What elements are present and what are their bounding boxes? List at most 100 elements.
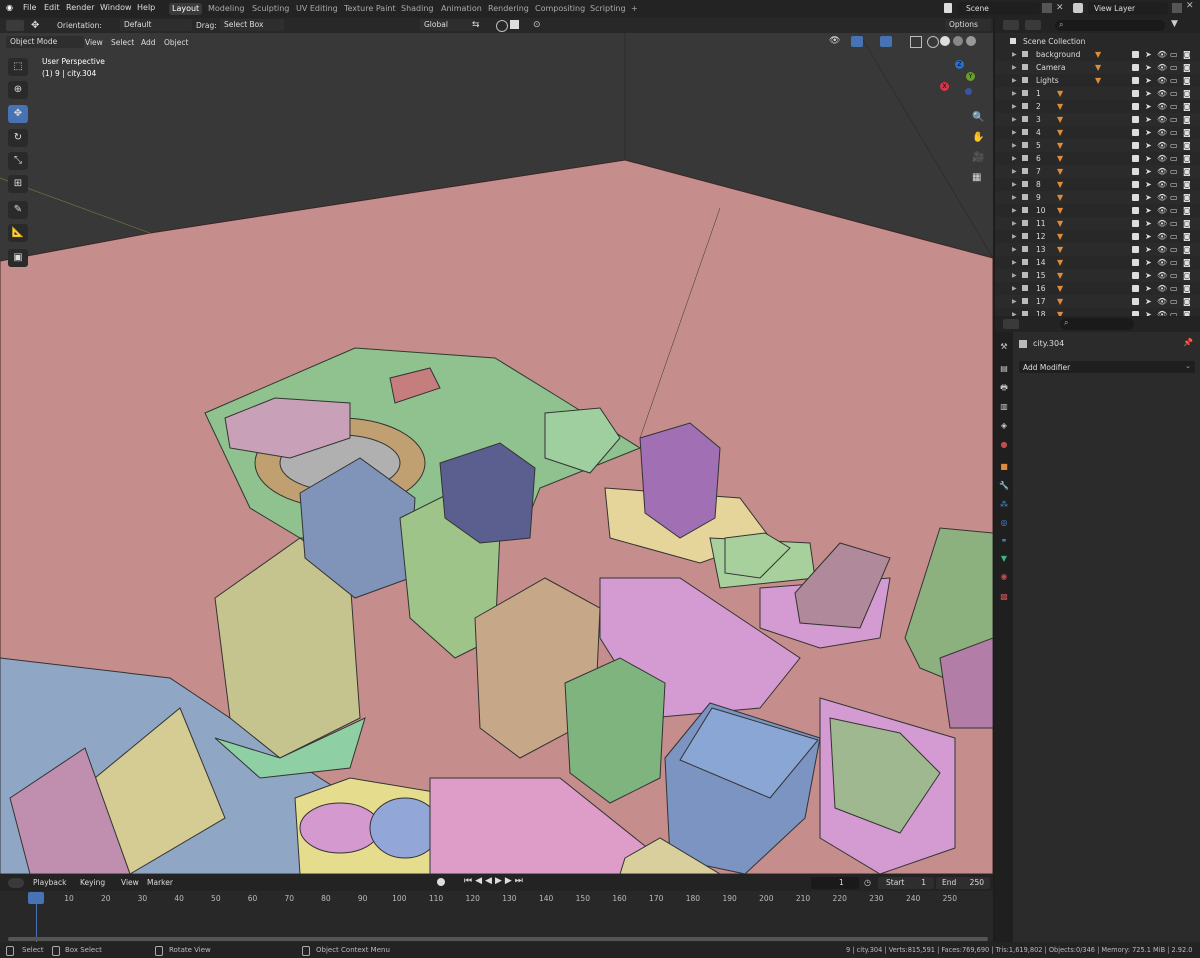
menu-object[interactable]: Object xyxy=(164,38,188,47)
eye-icon[interactable]: 👁 xyxy=(1157,126,1167,139)
select-arrow-icon[interactable]: ➤ xyxy=(1145,282,1152,295)
menu-help[interactable]: Help xyxy=(137,3,155,12)
transform-orientation-dropdown[interactable]: Global xyxy=(420,19,474,31)
tab-compositing[interactable]: Compositing xyxy=(532,3,588,15)
render-camera-icon[interactable]: ◙ xyxy=(1183,178,1191,191)
outliner-item[interactable]: ▶ 5 ▼ ➤ 👁 ▭ ◙ xyxy=(995,139,1200,152)
tab-texture-paint[interactable]: Texture Paint xyxy=(341,3,399,15)
outliner-item[interactable]: ▶ 18 ▼ ➤ 👁 ▭ ◙ xyxy=(995,308,1200,316)
menu-add[interactable]: Add xyxy=(141,38,156,47)
move-tool-button[interactable]: ✥ xyxy=(8,105,28,123)
select-arrow-icon[interactable]: ➤ xyxy=(1145,113,1152,126)
drag-dropdown[interactable]: Select Box xyxy=(220,19,284,31)
outliner-item[interactable]: ▶ 12 ▼ ➤ 👁 ▭ ◙ xyxy=(995,230,1200,243)
physics-tab-icon[interactable]: ◎ xyxy=(999,518,1009,528)
monitor-icon[interactable]: ▭ xyxy=(1170,204,1178,217)
render-camera-icon[interactable]: ◙ xyxy=(1183,295,1191,308)
select-arrow-icon[interactable]: ➤ xyxy=(1145,165,1152,178)
render-camera-icon[interactable]: ◙ xyxy=(1183,165,1191,178)
end-frame-field[interactable]: End 250 xyxy=(936,877,990,889)
render-camera-icon[interactable]: ◙ xyxy=(1183,256,1191,269)
monitor-icon[interactable]: ▭ xyxy=(1170,113,1178,126)
modifier-tab-icon[interactable]: 🔧 xyxy=(999,481,1009,491)
menu-window[interactable]: Window xyxy=(100,3,132,12)
select-arrow-icon[interactable]: ➤ xyxy=(1145,74,1152,87)
exclude-checkbox[interactable] xyxy=(1132,272,1139,279)
exclude-checkbox[interactable] xyxy=(1132,77,1139,84)
current-frame-field[interactable]: 1 xyxy=(811,877,859,889)
visibility-icon[interactable]: 👁 xyxy=(829,36,849,47)
menu-playback[interactable]: Playback xyxy=(33,878,66,887)
tab-modeling[interactable]: Modeling xyxy=(205,3,247,15)
eye-icon[interactable]: 👁 xyxy=(1157,204,1167,217)
menu-marker[interactable]: Marker xyxy=(147,878,173,887)
select-arrow-icon[interactable]: ➤ xyxy=(1145,295,1152,308)
monitor-icon[interactable]: ▭ xyxy=(1170,139,1178,152)
blender-logo-icon[interactable]: ◉ xyxy=(6,3,13,12)
exclude-checkbox[interactable] xyxy=(1132,116,1139,123)
timeline-editor-type-icon[interactable] xyxy=(8,878,24,888)
render-tab-icon[interactable]: ▤ xyxy=(999,364,1009,374)
select-arrow-icon[interactable]: ➤ xyxy=(1145,191,1152,204)
render-camera-icon[interactable]: ◙ xyxy=(1183,61,1191,74)
tab-uv-editing[interactable]: UV Editing xyxy=(293,3,341,15)
expand-arrow-icon[interactable]: ▶ xyxy=(1012,113,1017,126)
ortho-grid-icon[interactable]: ▦ xyxy=(972,172,981,183)
render-camera-icon[interactable]: ◙ xyxy=(1183,308,1191,316)
gizmo-neg-z[interactable] xyxy=(965,88,972,95)
expand-arrow-icon[interactable]: ▶ xyxy=(1012,165,1017,178)
filter-icon[interactable]: ▼ xyxy=(1171,19,1178,29)
outliner-item[interactable]: ▶ 11 ▼ ➤ 👁 ▭ ◙ xyxy=(995,217,1200,230)
options-dropdown[interactable]: Options xyxy=(945,19,991,31)
exclude-checkbox[interactable] xyxy=(1132,233,1139,240)
material-shading-icon[interactable] xyxy=(953,36,963,46)
monitor-icon[interactable]: ▭ xyxy=(1170,308,1178,316)
new-scene-icon[interactable] xyxy=(1042,3,1052,13)
rendered-shading-icon[interactable] xyxy=(966,36,976,46)
eye-icon[interactable]: 👁 xyxy=(1157,113,1167,126)
eye-icon[interactable]: 👁 xyxy=(1157,61,1167,74)
solid-shading-icon[interactable] xyxy=(940,36,950,46)
monitor-icon[interactable]: ▭ xyxy=(1170,282,1178,295)
expand-arrow-icon[interactable]: ▶ xyxy=(1012,100,1017,113)
measure-tool-icon[interactable]: 📐 xyxy=(8,224,28,242)
monitor-icon[interactable]: ▭ xyxy=(1170,256,1178,269)
editor-type-icon[interactable] xyxy=(6,20,24,31)
eye-icon[interactable]: 👁 xyxy=(1157,295,1167,308)
exclude-checkbox[interactable] xyxy=(1132,298,1139,305)
menu-select[interactable]: Select xyxy=(111,38,134,47)
pivot-point-icon[interactable]: ⇆ xyxy=(472,20,492,31)
menu-file[interactable]: File xyxy=(23,3,36,12)
add-modifier-dropdown[interactable]: Add Modifier ⌄ xyxy=(1019,361,1195,373)
delete-scene-icon[interactable]: ✕ xyxy=(1056,3,1066,13)
menu-view[interactable]: View xyxy=(121,878,139,887)
eye-icon[interactable]: 👁 xyxy=(1157,282,1167,295)
expand-arrow-icon[interactable]: ▶ xyxy=(1012,178,1017,191)
texture-tab-icon[interactable]: ▩ xyxy=(999,592,1009,602)
cursor-tool-icon[interactable]: ⊕ xyxy=(8,81,28,99)
render-camera-icon[interactable]: ◙ xyxy=(1183,191,1191,204)
overlay-toggle-icon[interactable] xyxy=(880,36,892,47)
outliner-editor-type-icon[interactable] xyxy=(1003,20,1019,30)
eye-icon[interactable]: 👁 xyxy=(1157,243,1167,256)
exclude-checkbox[interactable] xyxy=(1132,168,1139,175)
outliner-item[interactable]: ▶ Lights ▼ ➤ 👁 ▭ ◙ xyxy=(995,74,1200,87)
view-layer-selector[interactable]: View Layer xyxy=(1088,2,1168,15)
render-camera-icon[interactable]: ◙ xyxy=(1183,100,1191,113)
monitor-icon[interactable]: ▭ xyxy=(1170,74,1178,87)
render-camera-icon[interactable]: ◙ xyxy=(1183,243,1191,256)
eye-icon[interactable]: 👁 xyxy=(1157,191,1167,204)
render-camera-icon[interactable]: ◙ xyxy=(1183,139,1191,152)
tool-tab-icon[interactable]: ⚒ xyxy=(999,342,1009,352)
output-tab-icon[interactable]: 🖶 xyxy=(999,383,1009,393)
eye-icon[interactable]: 👁 xyxy=(1157,87,1167,100)
render-camera-icon[interactable]: ◙ xyxy=(1183,74,1191,87)
eye-icon[interactable]: 👁 xyxy=(1157,100,1167,113)
select-arrow-icon[interactable]: ➤ xyxy=(1145,308,1152,316)
select-arrow-icon[interactable]: ➤ xyxy=(1145,126,1152,139)
eye-icon[interactable]: 👁 xyxy=(1157,139,1167,152)
object-tab-icon[interactable]: ■ xyxy=(999,462,1009,472)
delete-view-layer-icon[interactable]: ✕ xyxy=(1186,1,1194,11)
menu-edit[interactable]: Edit xyxy=(44,3,60,12)
outliner-item[interactable]: ▶ 9 ▼ ➤ 👁 ▭ ◙ xyxy=(995,191,1200,204)
